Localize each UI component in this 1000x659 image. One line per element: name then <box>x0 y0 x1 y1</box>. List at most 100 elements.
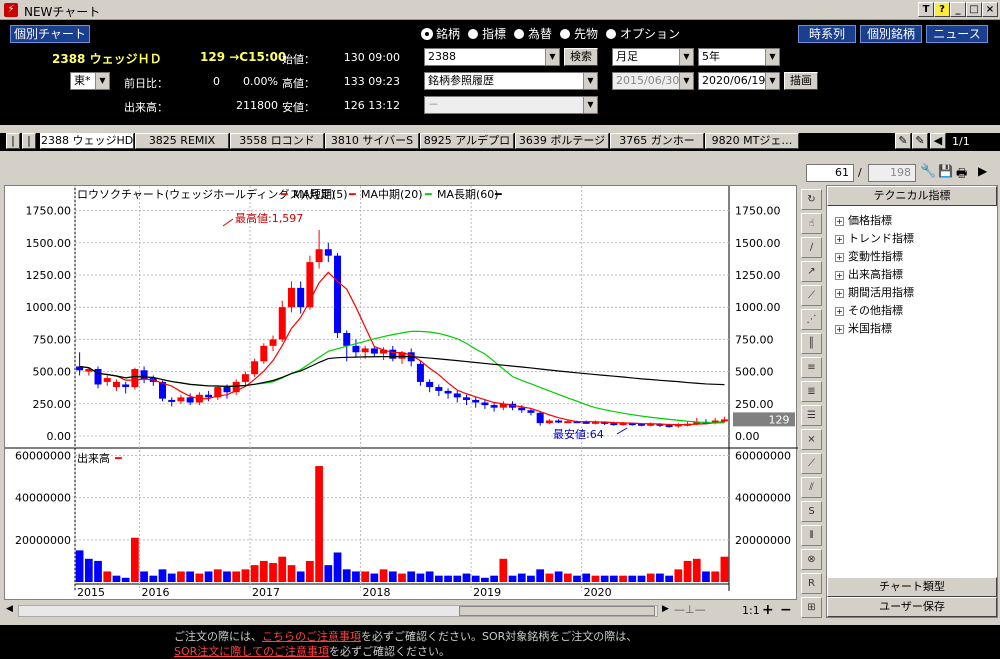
stock-chart-button[interactable]: 個別チャート <box>10 25 90 43</box>
radio-selected-icon <box>422 29 432 39</box>
stock-name: 2388 ウェッジＨＤ <box>52 52 162 66</box>
news-button[interactable]: ニュース <box>926 25 988 43</box>
scroll-right-icon[interactable]: ▶ <box>662 604 669 614</box>
help-button[interactable]: ? <box>934 2 950 17</box>
radio-option[interactable]: オプション <box>606 25 680 42</box>
tab-stock-3558[interactable]: 3558 ロコンド <box>230 133 324 149</box>
horizontal-lines-icon[interactable]: ≡ <box>801 357 822 378</box>
timeseries-button[interactable]: 時系列 <box>798 25 856 43</box>
tree-item-trend[interactable]: + トレンド指標 <box>835 230 914 246</box>
radio-stock[interactable]: 銘柄 <box>422 25 460 42</box>
volume-bar <box>232 571 241 582</box>
y-tick-label-left: 1750.00 <box>26 205 72 218</box>
ray-line-icon[interactable]: ↗ <box>801 261 822 282</box>
price-chart-svg[interactable]: 1750.00 1750.00 1500.00 1500.00 1250.00 1250.… <box>5 186 798 601</box>
bars-icon[interactable]: ⦀ <box>801 525 822 546</box>
tree-item-volume[interactable]: + 出来高指標 <box>835 266 903 282</box>
radio-futures[interactable]: 先物 <box>560 25 598 42</box>
minimize-button[interactable]: _ <box>950 2 966 17</box>
print-icon[interactable]: 🖶 <box>956 164 967 185</box>
slash-icon[interactable]: ⟋ <box>801 453 822 474</box>
high-value: 133 09:23 <box>343 75 400 88</box>
trend-line-icon[interactable]: ∕ <box>801 237 822 258</box>
range-select[interactable]: 5年 ▼ <box>698 48 780 66</box>
parallel-icon[interactable]: ⫽ <box>801 477 822 498</box>
date-from[interactable]: 2015/06/30 ▼ <box>612 72 694 90</box>
wrench-icon[interactable]: 🔧 <box>920 164 936 179</box>
volume-bar <box>425 571 434 582</box>
exchange-select[interactable]: 東* ▼ <box>70 72 110 90</box>
sub-select[interactable]: － ▼ <box>424 96 598 114</box>
radio-index[interactable]: 指標 <box>468 25 506 42</box>
page-current-input[interactable]: 61 <box>806 164 854 182</box>
tree-item-us[interactable]: + 米国指標 <box>835 320 892 336</box>
candle-body <box>545 420 553 424</box>
edit-icon[interactable]: ✎ <box>895 133 911 149</box>
horizontal-scrollbar[interactable] <box>18 605 658 617</box>
tab-stock-9820[interactable]: 9820 MTジェ… <box>705 133 799 149</box>
radio-fx[interactable]: 為替 <box>514 25 552 42</box>
date-to[interactable]: 2020/06/19 ▼ <box>698 72 780 90</box>
candle-body <box>324 249 332 256</box>
volume-bar <box>352 571 360 582</box>
diagonal-icon[interactable]: ⟋ <box>801 285 822 306</box>
tab-stock-3765[interactable]: 3765 ガンホー <box>610 133 704 149</box>
period-select[interactable]: 月足 ▼ <box>612 48 694 66</box>
fan-icon[interactable]: ⋰ <box>801 309 822 330</box>
fib-icon[interactable]: ≣ <box>801 381 822 402</box>
candle-body <box>472 399 480 403</box>
tree-item-other[interactable]: + その他指標 <box>835 302 903 318</box>
user-save-button[interactable]: ユーザー保存 <box>827 597 997 617</box>
close-button[interactable]: × <box>982 2 998 17</box>
tab-stock-8925[interactable]: 8925 アルデプロ <box>420 133 514 149</box>
page-total: 198 <box>868 164 916 182</box>
zoom-slider-icon[interactable]: —⊥— <box>674 603 706 616</box>
tree-item-period[interactable]: + 期間活用指標 <box>835 284 914 300</box>
individual-stock-button[interactable]: 個別銘柄 <box>860 25 922 43</box>
grid-icon[interactable]: ⊞ <box>801 597 822 618</box>
search-button[interactable]: 検索 <box>564 48 598 66</box>
change-pct: 0.00% <box>243 75 278 88</box>
scroll-thumb[interactable] <box>459 606 655 616</box>
volume-bar <box>121 577 130 582</box>
expand-plus-icon: + <box>835 253 844 262</box>
maximize-button[interactable]: □ <box>966 2 982 17</box>
vertical-lines-icon[interactable]: ║ <box>801 333 822 354</box>
history-select[interactable]: 銘柄参照履歴 ▼ <box>424 72 598 90</box>
r-icon[interactable]: R <box>801 573 822 594</box>
t-button[interactable]: T <box>918 2 934 17</box>
s-icon[interactable]: S <box>801 501 822 522</box>
cursor-icon[interactable]: ☝ <box>801 213 822 234</box>
scroll-left-icon[interactable]: ◀ <box>6 604 13 614</box>
notice-link-2[interactable]: SOR注文に際してのご注意事項 <box>174 645 329 658</box>
tab-stock-3639[interactable]: 3639 ボルテージ <box>515 133 609 149</box>
chevron-down-icon: ▼ <box>95 73 109 89</box>
chart-area[interactable]: 1750.00 1750.00 1500.00 1500.00 1250.00 1250.… <box>4 185 798 601</box>
target-icon[interactable]: ⊗ <box>801 549 822 570</box>
edit2-icon[interactable]: ✎ <box>912 133 928 149</box>
tab-scroll-left-icon[interactable]: | <box>6 133 20 149</box>
tree-item-volatility[interactable]: + 変動性指標 <box>835 248 903 264</box>
rotate-icon[interactable]: ↻ <box>801 189 822 210</box>
expand-right-icon[interactable]: ▶ <box>978 164 987 178</box>
tab-stock-3825[interactable]: 3825 REMIX <box>135 133 229 149</box>
channel-icon[interactable]: ☰ <box>801 405 822 426</box>
notice-link-1[interactable]: こちらのご注意事項 <box>262 630 361 643</box>
tab-scroll-right-icon[interactable]: | <box>22 133 36 149</box>
change-value: 0 <box>213 75 220 88</box>
volume-bar <box>250 565 259 582</box>
save-icon[interactable]: 💾 <box>938 164 953 178</box>
chart-type-button[interactable]: チャート類型 <box>827 577 997 597</box>
x-tick-label: 2017 <box>252 586 280 599</box>
zoom-out-button[interactable]: − <box>780 602 792 618</box>
tree-item-price[interactable]: + 価格指標 <box>835 212 892 228</box>
volume-bar <box>223 571 231 582</box>
tab-stock-2388[interactable]: 2388 ウェッジHD <box>40 133 134 149</box>
draw-button[interactable]: 描画 <box>784 72 818 90</box>
code-input[interactable]: 2388 ▼ <box>424 48 560 66</box>
zoom-in-button[interactable]: + <box>762 602 774 618</box>
arrow-left-icon[interactable]: ◀ <box>930 133 946 149</box>
tab-stock-3810[interactable]: 3810 サイバーS <box>325 133 419 149</box>
cross-lines-icon[interactable]: ⨯ <box>801 429 822 450</box>
y-tick-label-left: 500.00 <box>33 366 72 379</box>
